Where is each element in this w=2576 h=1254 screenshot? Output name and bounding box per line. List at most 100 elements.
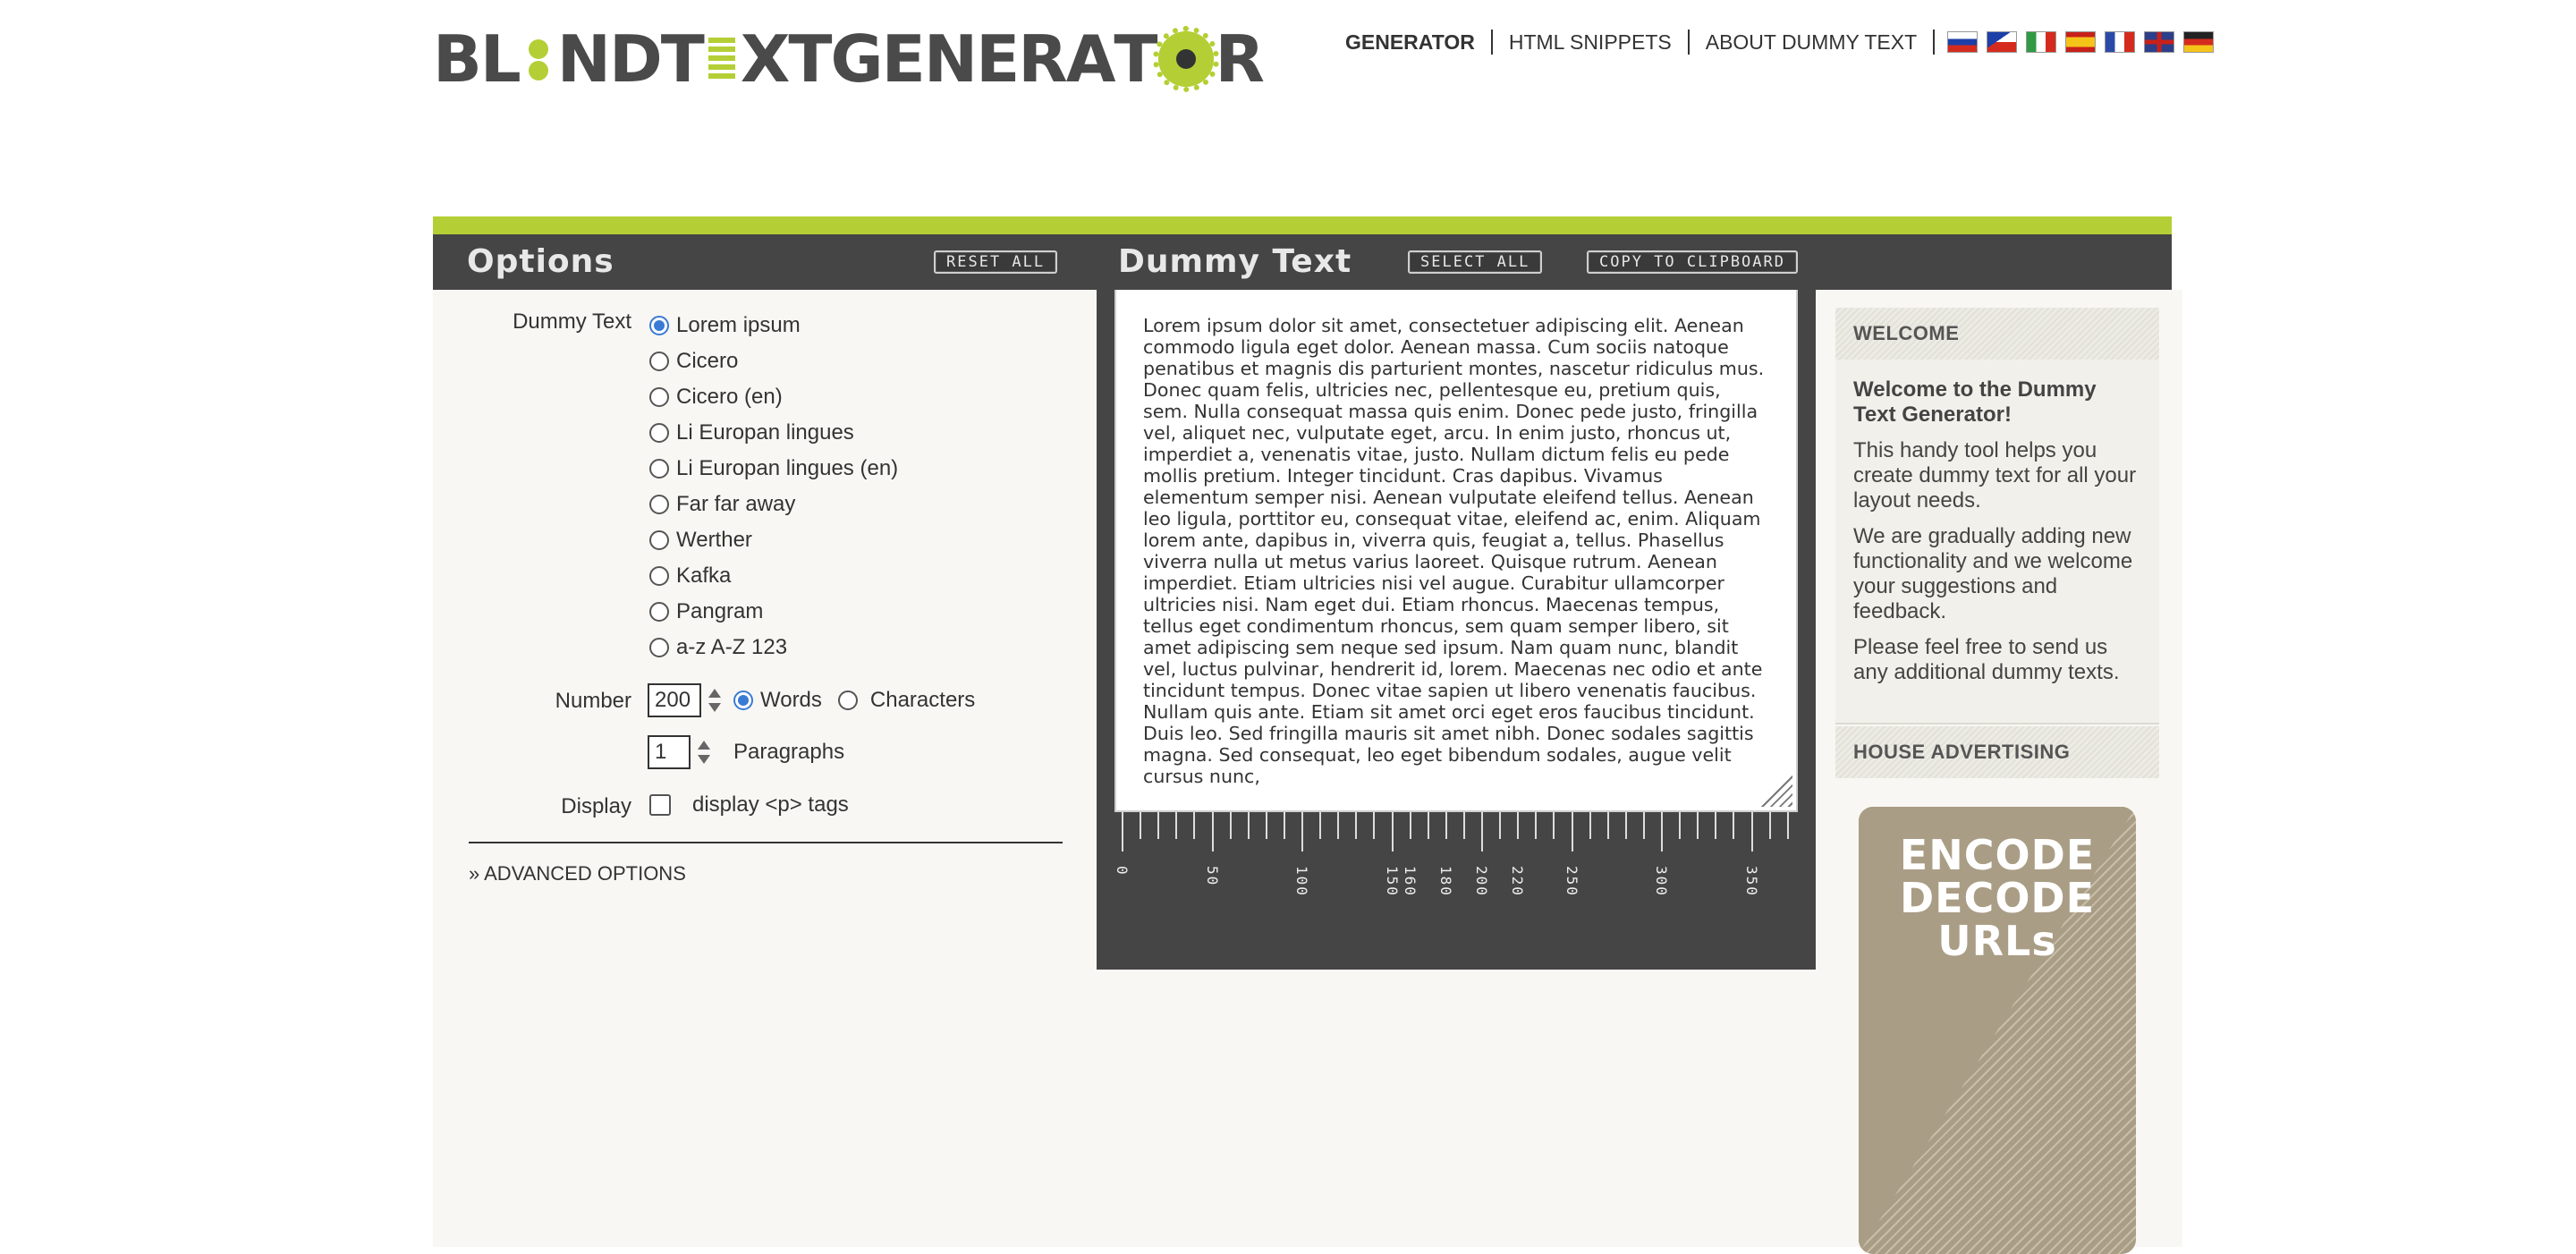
flag-germany-icon[interactable] bbox=[2183, 31, 2215, 53]
ruler-tick bbox=[1157, 812, 1160, 839]
select-all-button[interactable]: SELECT ALL bbox=[1408, 250, 1543, 274]
display-p-tags-label: display <p> tags bbox=[692, 792, 849, 817]
nav-html-snippets[interactable]: HTML SNIPPETS bbox=[1493, 30, 1690, 55]
radio-az-123[interactable] bbox=[649, 638, 669, 657]
welcome-paragraph-1: This handy tool helps you create dummy t… bbox=[1853, 438, 2137, 513]
choice-werther[interactable]: Werther bbox=[649, 522, 898, 558]
site-logo[interactable]: BL NDT XTGENERA T R bbox=[433, 21, 1265, 97]
ruler-tick bbox=[1427, 812, 1429, 839]
display-p-tags-checkbox[interactable] bbox=[649, 794, 671, 816]
paragraphs-input[interactable]: 1 bbox=[648, 735, 691, 769]
ruler-tick bbox=[1373, 812, 1376, 839]
welcome-paragraph-3: Please feel free to send us any addition… bbox=[1853, 635, 2120, 684]
logo-text-bl: BL bbox=[433, 21, 521, 97]
ruler-tick bbox=[1733, 812, 1735, 839]
choice-far-far-away[interactable]: Far far away bbox=[649, 487, 898, 522]
ruler-tick bbox=[1265, 812, 1267, 839]
sidebar-divider bbox=[1835, 723, 2159, 724]
choice-label: Li Europan lingues bbox=[676, 420, 854, 445]
ruler-label: 0 bbox=[1114, 866, 1131, 877]
choice-lorem-ipsum[interactable]: Lorem ipsum bbox=[649, 308, 898, 343]
choice-label: Cicero (en) bbox=[676, 385, 783, 409]
ruler-tick bbox=[1355, 812, 1358, 839]
ruler-tick bbox=[1606, 812, 1609, 839]
choice-label: Li Europan lingues (en) bbox=[676, 456, 899, 480]
radio-far-far-away[interactable] bbox=[649, 495, 669, 514]
choice-label: Kafka bbox=[676, 563, 732, 588]
choice-cicero[interactable]: Cicero bbox=[649, 343, 898, 379]
flag-italy-icon[interactable] bbox=[2026, 31, 2057, 53]
display-label: Display bbox=[561, 794, 631, 818]
radio-characters[interactable] bbox=[837, 691, 858, 710]
ruler-tick bbox=[1211, 812, 1214, 852]
dummy-text-output[interactable]: Lorem ipsum dolor sit amet, consectetuer… bbox=[1114, 290, 1798, 812]
ruler-label: 150 bbox=[1383, 866, 1401, 897]
flag-russia-icon[interactable] bbox=[1947, 31, 1979, 53]
encode-decode-urls-ad[interactable]: ENCODE DECODE URLs bbox=[1859, 807, 2136, 1254]
choice-label: Lorem ipsum bbox=[676, 313, 801, 337]
ruler-label: 250 bbox=[1563, 866, 1580, 897]
dummy-text-title: Dummy Text bbox=[1118, 243, 1352, 280]
number-stepper-icon[interactable] bbox=[708, 687, 721, 714]
ruler-tick bbox=[1750, 812, 1753, 852]
ruler-label: 50 bbox=[1203, 866, 1221, 887]
radio-li-europan[interactable] bbox=[649, 423, 669, 443]
ruler-tick bbox=[1661, 812, 1663, 852]
reset-all-button[interactable]: RESET ALL bbox=[934, 250, 1058, 274]
ruler-tick bbox=[1517, 812, 1520, 839]
nav-generator[interactable]: GENERATOR bbox=[1345, 30, 1493, 55]
choice-li-europan[interactable]: Li Europan lingues bbox=[649, 415, 898, 451]
copy-to-clipboard-button[interactable]: COPY TO CLIPBOARD bbox=[1587, 250, 1798, 274]
flag-czech-icon[interactable] bbox=[1987, 31, 2018, 53]
radio-werther[interactable] bbox=[649, 530, 669, 550]
choice-label: Werther bbox=[676, 528, 752, 552]
ruler-tick bbox=[1391, 812, 1394, 852]
ruler-tick bbox=[1697, 812, 1699, 839]
radio-cicero[interactable] bbox=[649, 352, 669, 371]
radio-words[interactable] bbox=[733, 691, 753, 710]
words-label: Words bbox=[760, 688, 822, 712]
ruler-tick bbox=[1283, 812, 1285, 839]
flag-france-icon[interactable] bbox=[2105, 31, 2136, 53]
flag-spain-icon[interactable] bbox=[2065, 31, 2097, 53]
radio-kafka[interactable] bbox=[649, 566, 669, 586]
ruler-tick bbox=[1624, 812, 1627, 839]
ruler-tick bbox=[1193, 812, 1196, 839]
radio-lorem-ipsum[interactable] bbox=[649, 316, 669, 335]
choice-label: Cicero bbox=[676, 349, 739, 373]
logo-dots-icon bbox=[523, 34, 554, 84]
ruler-tick bbox=[1175, 812, 1178, 839]
logo-bars-icon bbox=[708, 38, 735, 80]
choice-kafka[interactable]: Kafka bbox=[649, 558, 898, 594]
choice-cicero-en[interactable]: Cicero (en) bbox=[649, 379, 898, 415]
radio-pangram[interactable] bbox=[649, 602, 669, 622]
dummy-text-choices: Lorem ipsum Cicero Cicero (en) Li Europa… bbox=[649, 308, 898, 665]
paragraphs-stepper-icon[interactable] bbox=[698, 739, 710, 766]
radio-li-europan-en[interactable] bbox=[649, 459, 669, 479]
choice-label: a-z A-Z 123 bbox=[676, 635, 788, 659]
ruler-tick bbox=[1679, 812, 1682, 839]
paragraphs-row: 1 Paragraphs bbox=[648, 735, 844, 769]
ruler-tick bbox=[1553, 812, 1555, 839]
ruler-tick bbox=[1481, 812, 1483, 852]
ruler-tick bbox=[1642, 812, 1645, 839]
choice-label: Pangram bbox=[676, 599, 764, 623]
accent-bar bbox=[433, 216, 2172, 234]
sidebar: WELCOME Welcome to the Dummy Text Genera… bbox=[1835, 308, 2159, 778]
number-input[interactable]: 200 bbox=[648, 683, 701, 717]
logo-gear-icon bbox=[1152, 26, 1219, 92]
radio-cicero-en[interactable] bbox=[649, 387, 669, 407]
logo-text-ndt: NDT bbox=[556, 21, 705, 97]
choice-az-123[interactable]: a-z A-Z 123 bbox=[649, 630, 898, 665]
nav-about-dummy-text[interactable]: ABOUT DUMMY TEXT bbox=[1690, 30, 1936, 55]
choice-li-europan-en[interactable]: Li Europan lingues (en) bbox=[649, 451, 898, 487]
ad-text-word: DECODE bbox=[1899, 874, 2096, 922]
advanced-options-link[interactable]: » ADVANCED OPTIONS bbox=[469, 862, 686, 885]
ruler-label: 220 bbox=[1509, 866, 1527, 897]
welcome-body: Welcome to the Dummy Text Generator! Thi… bbox=[1835, 360, 2159, 723]
welcome-heading: WELCOME bbox=[1835, 308, 2159, 360]
choice-pangram[interactable]: Pangram bbox=[649, 594, 898, 630]
ruler-label: 350 bbox=[1742, 866, 1760, 897]
flag-uk-icon[interactable] bbox=[2144, 31, 2175, 53]
characters-label: Characters bbox=[869, 688, 976, 712]
